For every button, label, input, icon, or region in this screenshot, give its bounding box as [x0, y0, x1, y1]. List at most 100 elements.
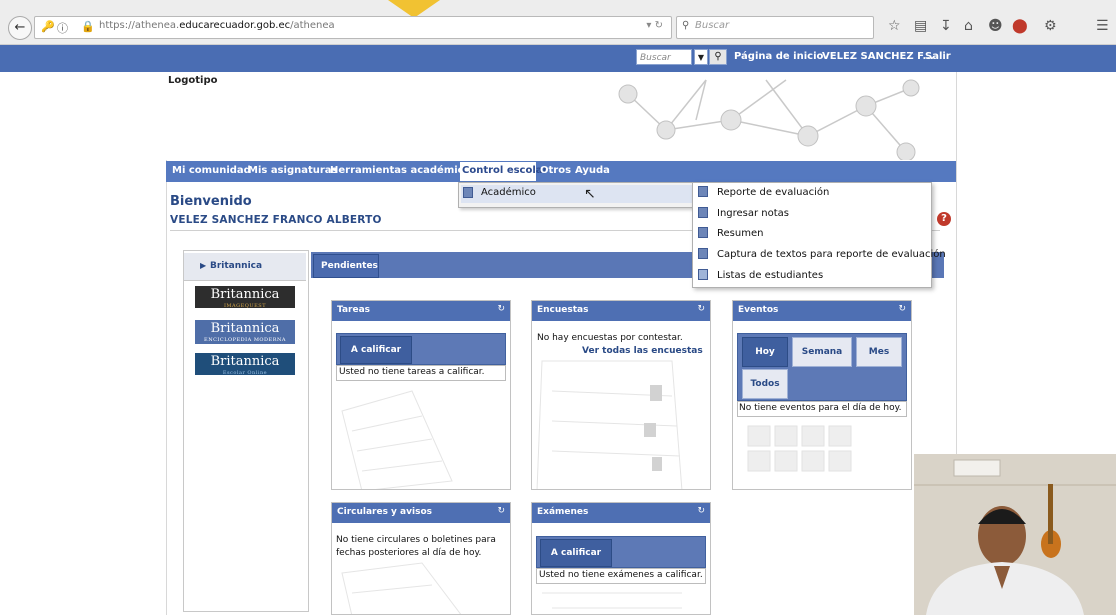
nav-control-escolar[interactable]: Control escolar	[462, 165, 547, 176]
url-bar[interactable]: 🔑 ⓘ 🔒 https://athenea.educarecuador.gob.…	[34, 16, 672, 39]
logo-name: Britannica	[210, 321, 280, 336]
nav-ayuda[interactable]: Ayuda	[575, 165, 610, 176]
site-logo: Logotipo	[168, 75, 218, 86]
widget-header: Eventos ↻	[733, 301, 911, 321]
reading-list-icon[interactable]: ▤	[914, 18, 927, 34]
search-button[interactable]: ⚲	[709, 49, 727, 65]
document-icon	[698, 227, 708, 238]
user-link[interactable]: VELEZ SANCHEZ F...	[822, 51, 934, 62]
refresh-icon[interactable]: ↻	[898, 304, 906, 314]
menu-item-captura-textos[interactable]: Captura de textos para reporte de evalua…	[717, 249, 946, 260]
search-icon: ⚲	[682, 20, 690, 31]
addon-icon[interactable]: ⬤	[1012, 18, 1028, 34]
widget-title: Tareas	[337, 305, 371, 315]
filter-semana-button[interactable]: Semana	[792, 337, 852, 367]
examenes-empty-message: Usted no tiene exámenes a calificar.	[539, 570, 703, 580]
nav-herramientas-academicas[interactable]: Herramientas académicas	[330, 165, 476, 176]
a-calificar-button[interactable]: A calificar	[340, 336, 412, 364]
logo-name: Britannica	[210, 354, 280, 369]
chat-icon[interactable]: ☻	[988, 18, 1003, 34]
key-icon: 🔑	[41, 20, 55, 33]
widget-title: Exámenes	[537, 507, 589, 517]
widget-tareas: Tareas ↻ A calificar Usted no tiene tarea…	[331, 300, 511, 490]
webcam-overlay	[914, 454, 1116, 615]
filter-todos-button[interactable]: Todos	[742, 369, 788, 399]
info-icon: ⓘ	[57, 22, 68, 35]
widget-title: Circulares y avisos	[337, 507, 432, 517]
widget-header: Exámenes ↻	[532, 503, 710, 523]
home-icon[interactable]: ⌂	[964, 18, 973, 34]
widget-background-graphic	[341, 390, 453, 489]
welcome-title: Bienvenido	[170, 194, 252, 209]
logo-sub: IMAGEQUEST	[223, 303, 267, 309]
nav-mis-asignaturas[interactable]: Mis asignaturas	[248, 165, 338, 176]
search-scope-dropdown[interactable]: ▼	[694, 49, 708, 65]
network-graphic	[618, 79, 920, 160]
expand-arrow-icon: ▶	[200, 261, 207, 270]
logo-sub: ENCICLOPEDIA MODERNA	[204, 337, 286, 343]
user-full-name: VELEZ SANCHEZ FRANCO ALBERTO	[170, 214, 382, 226]
bookmark-star-icon[interactable]: ☆	[888, 18, 901, 34]
nav-mi-comunidad[interactable]: Mi comunidad	[172, 165, 251, 176]
home-link[interactable]: Página de inicio	[734, 51, 823, 62]
widget-title: Encuestas	[537, 305, 589, 315]
help-icon[interactable]: ?	[937, 212, 951, 226]
tareas-empty-message: Usted no tiene tareas a calificar.	[339, 367, 485, 377]
tab-pendientes-label: Pendientes	[321, 261, 378, 271]
nav-otros[interactable]: Otros	[540, 165, 571, 176]
document-icon	[698, 186, 708, 197]
widget-eventos: Eventos ↻ Hoy Semana Mes Todos No tiene e…	[732, 300, 912, 490]
menu-item-reporte-evaluacion[interactable]: Reporte de evaluación	[717, 187, 829, 198]
document-icon	[463, 187, 473, 198]
url-text: https://athenea.educarecuador.gob.ec/ath…	[99, 20, 335, 31]
examenes-a-calificar-button[interactable]: A calificar	[540, 539, 612, 567]
refresh-icon[interactable]: ↻	[497, 304, 505, 314]
logo-sub: Escolar Online	[222, 370, 268, 376]
download-icon[interactable]: ↧	[940, 18, 952, 34]
refresh-icon[interactable]: ↻	[697, 304, 705, 314]
document-icon	[698, 207, 708, 218]
widget-title: Eventos	[738, 305, 779, 315]
mouse-cursor-icon: ↖	[584, 186, 596, 202]
widget-examenes: Exámenes ↻ A calificar Usted no tiene exá…	[531, 502, 711, 615]
menu-item-ingresar-notas[interactable]: Ingresar notas	[717, 208, 789, 219]
browser-search-input[interactable]: ⚲ Buscar	[676, 16, 874, 39]
menu-item-listas-estudiantes[interactable]: Listas de estudiantes	[717, 270, 823, 281]
list-icon	[698, 269, 708, 280]
document-icon	[698, 248, 708, 259]
extension-icon[interactable]: ⚙	[1044, 18, 1057, 34]
widget-header: Encuestas ↻	[532, 301, 710, 321]
logo-name: Britannica	[210, 287, 280, 302]
britannica-escolar-logo[interactable]: Britannica Escolar Online	[195, 353, 295, 375]
refresh-icon[interactable]: ↻	[697, 506, 705, 516]
eventos-empty-message: No tiene eventos para el día de hoy.	[739, 403, 902, 413]
reload-icon[interactable]: ▾ ↻	[646, 20, 663, 31]
filter-mes-button[interactable]: Mes	[856, 337, 902, 367]
widget-header: Tareas ↻	[332, 301, 510, 321]
refresh-icon[interactable]: ↻	[497, 506, 505, 516]
britannica-enciclopedia-logo[interactable]: Britannica ENCICLOPEDIA MODERNA	[195, 320, 295, 344]
menu-item-resumen[interactable]: Resumen	[717, 228, 763, 239]
widget-header: Circulares y avisos ↻	[332, 503, 510, 523]
header-banner	[166, 72, 956, 160]
browser-search-placeholder: Buscar	[695, 20, 730, 31]
britannica-section-label: Britannica	[210, 261, 263, 271]
menu-icon[interactable]: ☰	[1096, 18, 1109, 34]
widget-circulares: Circulares y avisos ↻ No tiene circulares…	[331, 502, 511, 615]
widget-encuestas: Encuestas ↻ No hay encuestas por contesta…	[531, 300, 711, 490]
britannica-imagequest-logo[interactable]: Britannica IMAGEQUEST	[195, 286, 295, 308]
circulares-empty-line-1: No tiene circulares o boletines para	[336, 535, 496, 545]
lock-icon: 🔒	[81, 20, 95, 33]
circulares-empty-line-2: fechas posteriores al día de hoy.	[336, 548, 482, 558]
filter-hoy-button[interactable]: Hoy	[742, 337, 788, 367]
widget-background-graphic	[536, 360, 683, 489]
back-button[interactable]: ←	[8, 16, 32, 40]
site-search-input[interactable]: Buscar	[636, 49, 692, 65]
page-left-margin	[0, 72, 167, 615]
menu-item-academico[interactable]: Académico	[481, 187, 536, 198]
ver-todas-encuestas-link[interactable]: Ver todas las encuestas	[582, 346, 703, 356]
logout-link[interactable]: Salir	[925, 51, 951, 62]
encuestas-empty-message: No hay encuestas por contestar.	[537, 333, 683, 343]
search-icon: ⚲	[714, 51, 722, 62]
webcam-video	[914, 454, 1116, 615]
